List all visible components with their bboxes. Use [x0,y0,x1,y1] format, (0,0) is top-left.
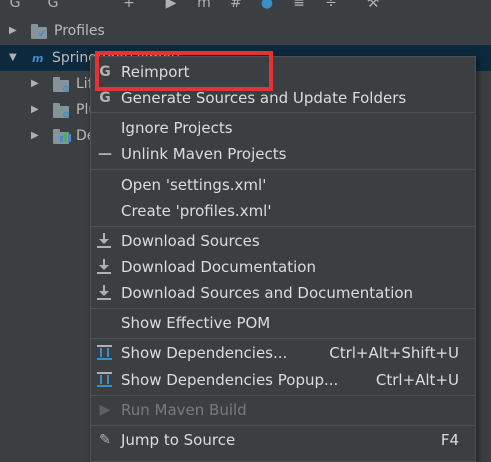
add-icon[interactable]: + [120,0,138,12]
run-icon[interactable]: ▶ [162,0,180,12]
menu-item-label: Ignore Projects [121,119,233,137]
download-icon [97,233,111,249]
separator [91,425,475,426]
settings-icon[interactable]: ⚒ [364,0,382,12]
menu-item-shortcut: Ctrl+Alt+U [375,371,459,389]
dependencies-diagram-icon [97,372,112,387]
menu-item-label: Reimport [121,63,190,81]
menu-item-label: Open 'settings.xml' [121,176,267,194]
offline-icon[interactable]: # [227,0,245,12]
expand-arrow-icon[interactable]: ▶ [9,18,17,44]
separator [91,169,475,170]
generate-sources-icon[interactable]: G [44,0,62,12]
maven-goal-icon[interactable]: m [195,0,213,12]
menu-item-unlink-projects[interactable]: — Unlink Maven Projects [91,141,475,167]
menu-item-run-maven-build[interactable]: ▶ Run Maven Build [91,397,475,423]
download-icon [97,285,111,301]
menu-item-show-dependencies[interactable]: Show Dependencies... Ctrl+Alt+Shift+U [91,340,475,366]
menu-item-label: Download Documentation [121,258,316,276]
context-menu: G Reimport G Generate Sources and Update… [90,56,476,462]
menu-item-ignore-projects[interactable]: Ignore Projects [91,115,475,141]
menu-item-reimport[interactable]: G Reimport [91,59,475,85]
expand-arrow-icon[interactable]: ▶ [31,123,39,149]
download-icon [97,259,111,275]
menu-item-label: Jump to Source [121,431,236,449]
run-icon: ▶ [99,402,111,418]
dependencies-diagram-icon [97,345,112,360]
generate-sources-icon: G [99,90,111,106]
menu-item-create-profiles[interactable]: Create 'profiles.xml' [91,198,475,224]
expand-arrow-icon[interactable]: ▶ [31,97,39,123]
menu-item-label: Run Maven Build [121,401,247,419]
maven-project-icon: m [32,52,44,65]
menu-item-label: Show Effective POM [121,314,271,332]
tree-item-label: Profiles [54,23,105,39]
show-dependencies-icon[interactable]: ≡ [290,0,308,12]
menu-item-label: Generate Sources and Update Folders [121,89,407,107]
expand-arrow-icon[interactable]: ▶ [31,71,39,97]
collapse-arrow-icon[interactable]: ▼ [9,45,17,71]
separator [91,308,475,309]
tree-item-profiles[interactable]: ▶ ✔ Profiles [0,18,491,44]
reimport-icon[interactable]: G [6,0,24,12]
separator [91,112,475,113]
pencil-icon: ✎ [99,432,111,448]
menu-item-label: Unlink Maven Projects [121,145,287,163]
minus-icon: — [98,146,112,162]
skip-tests-icon[interactable]: ● [258,0,276,12]
menu-item-label: Create 'profiles.xml' [121,202,272,220]
collapse-icon[interactable]: ÷ [322,0,340,12]
menu-item-download-sources-and-documentation[interactable]: Download Sources and Documentation [91,280,475,306]
separator [91,395,475,396]
menu-item-show-effective-pom[interactable]: Show Effective POM [91,310,475,336]
dependencies-icon [60,130,74,142]
menu-item-shortcut: F4 [440,431,459,449]
separator [91,226,475,227]
menu-item-jump-to-source[interactable]: ✎ Jump to Source F4 [91,427,475,453]
menu-item-show-dependencies-popup[interactable]: Show Dependencies Popup... Ctrl+Alt+U [91,367,475,393]
menu-item-generate-sources[interactable]: G Generate Sources and Update Folders [91,85,475,111]
menu-item-shortcut: Ctrl+Alt+Shift+U [329,344,459,362]
menu-item-download-documentation[interactable]: Download Documentation [91,254,475,280]
menu-item-open-settings[interactable]: Open 'settings.xml' [91,172,475,198]
separator [91,338,475,339]
reimport-icon: G [99,64,111,80]
menu-item-label: Show Dependencies... [121,344,288,362]
menu-item-label: Download Sources and Documentation [121,284,414,302]
menu-item-label: Show Dependencies Popup... [121,371,339,389]
menu-item-download-sources[interactable]: Download Sources [91,228,475,254]
maven-toolbar: G G + ▶ m # ● ≡ ÷ ⚒ [0,0,491,14]
menu-item-label: Download Sources [121,232,260,250]
